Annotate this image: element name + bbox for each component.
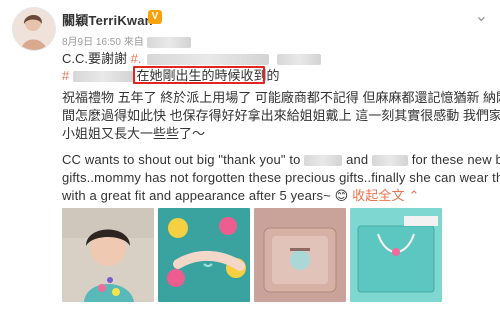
post-en-line-3: with a great fit and appearance after 5 … [62,188,420,203]
collapse-text-link[interactable]: 收起全文 [352,188,405,203]
post-time[interactable]: 8月9日 16:50 [62,37,121,48]
author-name[interactable]: 關穎TerriKwan [62,10,153,29]
hashtag-link[interactable]: #. [131,51,142,66]
post-meta: 8月9日 16:50 來自 [62,33,191,48]
weibo-post: 關穎TerriKwan V 8月9日 16:50 來自 ⌄ C.C.要謝謝 #.… [0,0,500,318]
photo-2[interactable] [158,208,250,302]
menu-chevron-icon[interactable]: ⌄ [475,6,488,26]
chevron-up-icon[interactable]: ⌃ [408,188,419,203]
photo-1[interactable] [62,208,154,302]
redacted-brand [276,54,321,66]
post-line-5: 小姐姐又長大一些些了～ [62,126,206,141]
redacted-source [146,36,191,48]
avatar[interactable] [12,7,56,51]
post-en-line-2: gifts..mommy has not forgotten these pre… [62,170,500,185]
redacted-brand [147,54,270,66]
hashtag-link[interactable]: # [62,68,69,83]
verified-badge-icon: V [148,10,162,24]
redacted-brand [72,71,133,83]
post-source-prefix: 來自 [123,37,144,48]
smile-emoji-icon: 😊 [334,188,349,203]
redacted-brand [371,155,408,167]
photo-3[interactable] [254,208,346,302]
post-line-4: 間怎麼過得如此快 也保存得好好拿出來給姐姐戴上 這一刻其實很感動 我們家的 [62,108,500,123]
post-line-3: 祝福禮物 五年了 終於派上用場了 可能廠商都不記得 但麻麻都還記憶猶新 納悶時 [62,90,500,105]
redacted-brand [304,155,343,167]
post-en-line-1: CC wants to shout out big "thank you" to… [62,152,500,167]
photo-4[interactable] [350,208,442,302]
highlight-box [133,66,265,84]
photo-grid [62,208,442,304]
